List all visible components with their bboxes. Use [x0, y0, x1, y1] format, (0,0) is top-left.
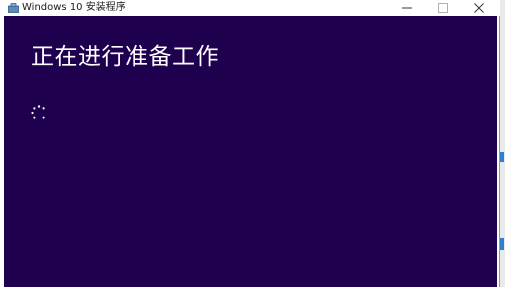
setup-app-icon	[8, 3, 19, 13]
setup-content-panel: 正在进行准备工作	[4, 16, 497, 287]
scrollbar-fragment	[500, 152, 504, 162]
maximize-button[interactable]	[425, 0, 461, 16]
minimize-button[interactable]	[389, 0, 425, 16]
minimize-icon	[402, 7, 412, 9]
window-title: Windows 10 安装程序	[22, 2, 126, 13]
loading-spinner-icon	[31, 105, 45, 119]
close-button[interactable]	[461, 0, 497, 16]
page-title: 正在进行准备工作	[31, 44, 219, 70]
close-icon	[474, 3, 484, 13]
maximize-icon	[438, 3, 448, 13]
background-window-edge	[500, 0, 505, 287]
scrollbar-fragment	[500, 238, 504, 250]
setup-window: Windows 10 安装程序 正在进行准备工作	[0, 0, 500, 287]
title-bar[interactable]: Windows 10 安装程序	[0, 0, 500, 16]
